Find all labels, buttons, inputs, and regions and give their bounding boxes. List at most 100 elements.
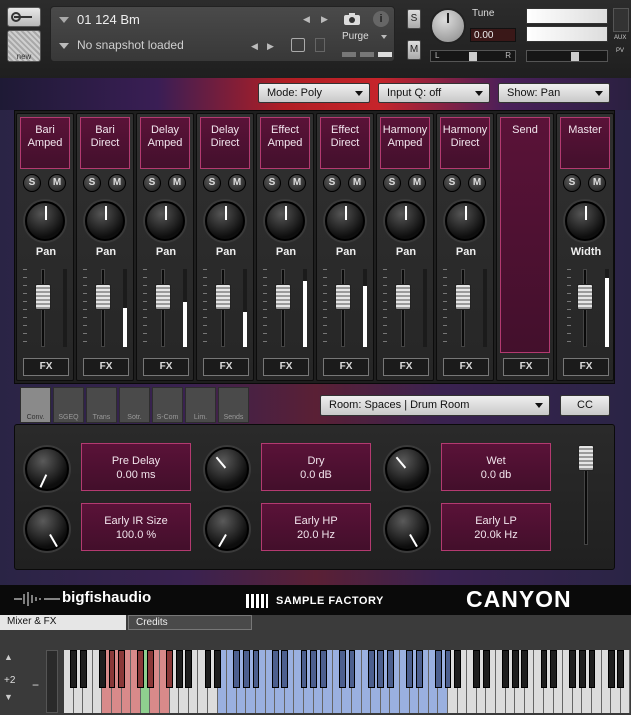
- purge-button[interactable]: Purge: [342, 31, 369, 42]
- input-q-dropdown[interactable]: Input Q: off: [378, 83, 490, 103]
- pitch-minus-label[interactable]: −: [32, 678, 39, 692]
- wet-display[interactable]: Wet 0.0 db: [441, 443, 551, 491]
- black-key[interactable]: [406, 650, 413, 688]
- aux-label[interactable]: AUX: [614, 35, 626, 41]
- black-key[interactable]: [99, 650, 106, 688]
- solo-button[interactable]: S: [407, 9, 421, 29]
- black-key[interactable]: [339, 650, 346, 688]
- pitch-wheel[interactable]: [46, 650, 58, 713]
- effect-tab[interactable]: S-Com: [152, 387, 183, 423]
- black-key[interactable]: [521, 650, 529, 688]
- instrument-menu-arrow-icon[interactable]: [59, 17, 69, 23]
- effect-tab[interactable]: Trans: [86, 387, 117, 423]
- tab-mixer-fx[interactable]: Mixer & FX: [0, 615, 126, 630]
- channel-solo-button[interactable]: S: [443, 174, 461, 192]
- black-key[interactable]: [300, 650, 308, 688]
- black-key[interactable]: [108, 650, 116, 688]
- black-key[interactable]: [483, 650, 490, 688]
- tune-value[interactable]: 0.00: [470, 28, 516, 42]
- channel-fx-button[interactable]: FX: [263, 358, 309, 376]
- channel-fader[interactable]: [395, 284, 411, 311]
- black-key[interactable]: [454, 650, 461, 688]
- channel-fader[interactable]: [35, 284, 51, 311]
- early-ir-size-display[interactable]: Early IR Size 100.0 %: [81, 503, 191, 551]
- effect-tab[interactable]: Sends: [218, 387, 249, 423]
- next-snapshot-icon[interactable]: ▶: [267, 41, 274, 52]
- channel-pan-knob[interactable]: [85, 201, 125, 241]
- black-key[interactable]: [588, 650, 596, 688]
- pan-slider-handle[interactable]: [469, 52, 477, 61]
- channel-solo-button[interactable]: S: [23, 174, 41, 192]
- channel-fx-button[interactable]: FX: [443, 358, 489, 376]
- black-key[interactable]: [175, 650, 183, 688]
- save-snapshot-icon[interactable]: [291, 38, 305, 52]
- black-key[interactable]: [319, 650, 327, 688]
- channel-mute-button[interactable]: M: [168, 174, 186, 192]
- channel-fx-button[interactable]: FX: [323, 358, 369, 376]
- black-key[interactable]: [540, 650, 548, 688]
- channel-fader[interactable]: [155, 284, 171, 311]
- wet-knob[interactable]: [385, 447, 429, 491]
- mode-dropdown[interactable]: Mode: Poly: [258, 83, 370, 103]
- black-key[interactable]: [569, 650, 577, 688]
- channel-fader[interactable]: [455, 284, 471, 311]
- channel-fader[interactable]: [335, 284, 351, 311]
- black-key[interactable]: [79, 650, 87, 688]
- effect-tab[interactable]: SGEQ: [53, 387, 84, 423]
- black-key[interactable]: [502, 650, 509, 688]
- black-key[interactable]: [214, 650, 221, 688]
- octave-down-icon[interactable]: ▼: [4, 692, 13, 702]
- master-width-knob[interactable]: [565, 201, 605, 241]
- volume-slider[interactable]: [526, 50, 608, 62]
- master-solo-button[interactable]: S: [563, 174, 581, 192]
- channel-mute-button[interactable]: M: [408, 174, 426, 192]
- early-hp-display[interactable]: Early HP 20.0 Hz: [261, 503, 371, 551]
- channel-fx-button[interactable]: FX: [383, 358, 429, 376]
- black-key[interactable]: [444, 650, 452, 688]
- channel-fader[interactable]: [215, 284, 231, 311]
- channel-mute-button[interactable]: M: [228, 174, 246, 192]
- channel-pan-knob[interactable]: [325, 201, 365, 241]
- dry-knob[interactable]: [205, 447, 249, 491]
- channel-mute-button[interactable]: M: [468, 174, 486, 192]
- instrument-name[interactable]: 01 124 Bm: [77, 12, 140, 27]
- delete-snapshot-icon[interactable]: [315, 38, 325, 52]
- purge-arrow-icon[interactable]: [381, 35, 387, 39]
- snapshot-menu-arrow-icon[interactable]: [59, 43, 69, 49]
- tune-knob[interactable]: [430, 8, 466, 44]
- channel-fx-button[interactable]: FX: [83, 358, 129, 376]
- black-key[interactable]: [147, 650, 154, 688]
- volume-slider-handle[interactable]: [571, 52, 579, 61]
- black-key[interactable]: [137, 650, 145, 688]
- channel-mute-button[interactable]: M: [288, 174, 306, 192]
- black-key[interactable]: [281, 650, 289, 688]
- channel-solo-button[interactable]: S: [383, 174, 401, 192]
- pv-label[interactable]: PV: [616, 48, 624, 54]
- master-mute-button[interactable]: M: [588, 174, 606, 192]
- dry-display[interactable]: Dry 0.0 dB: [261, 443, 371, 491]
- channel-mute-button[interactable]: M: [348, 174, 366, 192]
- black-key[interactable]: [252, 650, 260, 688]
- black-key[interactable]: [166, 650, 173, 688]
- early-lp-knob[interactable]: [385, 507, 429, 551]
- mute-button[interactable]: M: [407, 40, 421, 60]
- early-ir-size-knob[interactable]: [25, 507, 69, 551]
- early-hp-knob[interactable]: [205, 507, 249, 551]
- channel-solo-button[interactable]: S: [323, 174, 341, 192]
- channel-fader[interactable]: [95, 284, 111, 311]
- cc-button[interactable]: CC: [560, 395, 610, 416]
- octave-up-icon[interactable]: ▲: [4, 652, 13, 662]
- channel-solo-button[interactable]: S: [203, 174, 221, 192]
- black-key[interactable]: [435, 650, 442, 688]
- black-key[interactable]: [617, 650, 625, 688]
- next-instrument-icon[interactable]: ▶: [321, 14, 328, 25]
- channel-solo-button[interactable]: S: [83, 174, 101, 192]
- black-key[interactable]: [387, 650, 394, 688]
- black-key[interactable]: [271, 650, 279, 688]
- send-fx-button[interactable]: FX: [503, 358, 549, 376]
- show-dropdown[interactable]: Show: Pan: [498, 83, 610, 103]
- black-key[interactable]: [511, 650, 519, 688]
- effect-tab[interactable]: Lim.: [185, 387, 216, 423]
- black-key[interactable]: [233, 650, 241, 688]
- black-key[interactable]: [579, 650, 586, 688]
